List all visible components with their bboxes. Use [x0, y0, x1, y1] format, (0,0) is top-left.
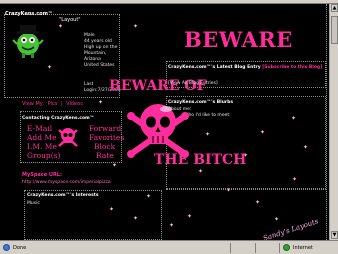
status-separator [230, 243, 231, 253]
interests-title: CrazyKens.com™'s Interests [27, 193, 99, 198]
scroll-up-icon[interactable]: ▲ [331, 4, 338, 12]
avatar-pupil [22, 38, 26, 42]
sparkle-decoration: ✦ [133, 23, 139, 30]
beware-banner: BEWARE [184, 27, 293, 52]
status-bar: Done Internet [0, 240, 338, 254]
status-separator [255, 243, 256, 253]
status-separator [279, 243, 280, 253]
view-links-separator: | [60, 101, 63, 107]
view-links: View My: Pics | Videos [22, 101, 85, 107]
contact-title: Contacting CrazyKens.com™ [22, 116, 95, 121]
myspace-url-title: MySpace URL: [22, 172, 62, 178]
profile-nickname: "Layout" [59, 17, 81, 23]
sparkle-decoration: ✦ [255, 199, 261, 206]
email-link[interactable]: E-Mail [27, 125, 52, 133]
blurbs-meet-label: Who I'd like to meet: [184, 113, 231, 118]
profile-country: United States [84, 63, 115, 68]
avatar-leg [31, 53, 34, 58]
sparkle-decoration: ✦ [169, 222, 175, 229]
blog-title: CrazyKens.com™'s Latest Blog Entry [Subs… [168, 65, 324, 71]
block-link[interactable]: Block [94, 143, 115, 151]
add-me-link[interactable]: Add Me [27, 134, 57, 142]
subscribe-link[interactable]: [Subscribe to this Blog] [262, 65, 322, 70]
blog-title-text: CrazyKens.com™'s Latest Blog Entry [168, 65, 261, 70]
avatar[interactable] [12, 22, 44, 60]
view-all-blog-link[interactable]: [View All Blog Entries] [168, 81, 218, 86]
scroll-down-icon[interactable]: ▼ [331, 231, 338, 239]
sparkle-decoration: ✦ [187, 213, 193, 220]
scroll-thumb[interactable] [331, 16, 338, 44]
profile-page: ✦ ✦ ✦ ✦ ✦ ✦ ✦ ✦ ✦ ✦ ✦ ✦ ✦ ✦ ✦ ✦ ✦ ✦ ✦ ✦ … [0, 4, 329, 240]
profile-details: Male 44 years old High up on the Mountai… [84, 33, 117, 69]
avatar-hat [20, 25, 36, 32]
right-border-line [326, 4, 327, 240]
avatar-body [17, 33, 39, 55]
avatar-leg [22, 53, 25, 58]
rate-link[interactable]: Rate [96, 152, 114, 160]
skull-crossbones-icon [58, 128, 78, 147]
skull-crossbones-icon [127, 104, 189, 158]
sparkle-decoration: ✦ [274, 216, 280, 223]
forward-link[interactable]: Forward [89, 125, 121, 133]
myspace-url-link[interactable]: http://www.myspace.com/imperialpizza [22, 180, 111, 185]
avatar-hat-brim [17, 31, 39, 34]
security-zone-text: Internet [293, 245, 313, 251]
im-me-link[interactable]: I.M. Me [27, 143, 57, 151]
avatar-arm [12, 39, 18, 45]
divider-line [166, 189, 326, 190]
vertical-scrollbar[interactable]: ▲ ▼ [329, 4, 338, 240]
avatar-pupil [30, 38, 34, 42]
sparkle-decoration: ✦ [112, 162, 118, 169]
view-pics-link[interactable]: Pics [48, 101, 58, 107]
favorites-link[interactable]: Favorites [89, 134, 124, 142]
interests-music-label: Music [27, 201, 40, 206]
layout-signature: Sandy's Layouts [262, 217, 320, 240]
avatar-arm [38, 39, 44, 45]
status-text: Done [13, 245, 27, 251]
view-videos-link[interactable]: Videos [66, 101, 83, 107]
brand-title: CrazyKens.com™ [5, 11, 53, 17]
page-done-icon [3, 244, 10, 251]
groups-link[interactable]: Group(s) [27, 152, 60, 160]
sparkle-decoration: ✦ [98, 99, 104, 106]
internet-zone-icon [283, 244, 290, 251]
view-links-prefix: View My: [22, 101, 45, 107]
